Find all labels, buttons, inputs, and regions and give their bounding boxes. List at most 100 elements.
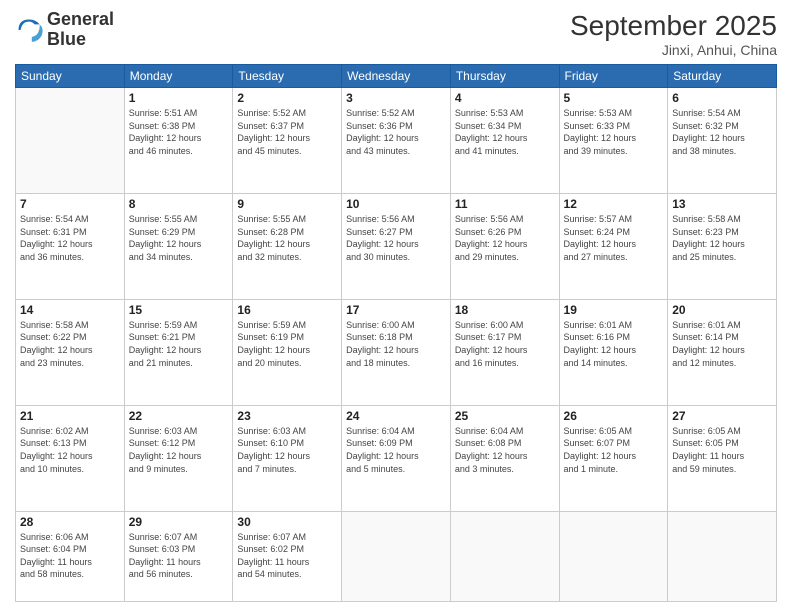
table-row: 25 Sunrise: 6:04 AM Sunset: 6:08 PM Dayli… [450,405,559,511]
day-info: Sunrise: 6:01 AM Sunset: 6:14 PM Dayligh… [672,319,772,369]
logo-icon [15,16,43,44]
day-number: 9 [237,197,337,211]
col-wednesday: Wednesday [342,65,451,88]
day-number: 27 [672,409,772,423]
day-number: 20 [672,303,772,317]
table-row [668,511,777,601]
day-info: Sunrise: 5:56 AM Sunset: 6:27 PM Dayligh… [346,213,446,263]
day-info: Sunrise: 6:04 AM Sunset: 6:08 PM Dayligh… [455,425,555,475]
day-number: 6 [672,91,772,105]
table-row: 24 Sunrise: 6:04 AM Sunset: 6:09 PM Dayli… [342,405,451,511]
day-info: Sunrise: 5:58 AM Sunset: 6:22 PM Dayligh… [20,319,120,369]
day-number: 12 [564,197,664,211]
table-row: 10 Sunrise: 5:56 AM Sunset: 6:27 PM Dayli… [342,193,451,299]
table-row: 22 Sunrise: 6:03 AM Sunset: 6:12 PM Dayli… [124,405,233,511]
col-sunday: Sunday [16,65,125,88]
day-info: Sunrise: 6:03 AM Sunset: 6:12 PM Dayligh… [129,425,229,475]
day-info: Sunrise: 5:53 AM Sunset: 6:34 PM Dayligh… [455,107,555,157]
table-row: 26Sunrise: 6:05 AM Sunset: 6:07 PM Dayli… [559,405,668,511]
title-block: September 2025 Jinxi, Anhui, China [570,10,777,58]
day-number: 22 [129,409,229,423]
table-row [450,511,559,601]
day-info: Sunrise: 5:54 AM Sunset: 6:31 PM Dayligh… [20,213,120,263]
day-info: Sunrise: 6:02 AM Sunset: 6:13 PM Dayligh… [20,425,120,475]
table-row: 28 Sunrise: 6:06 AM Sunset: 6:04 PM Dayli… [16,511,125,601]
day-number: 21 [20,409,120,423]
table-row: 21 Sunrise: 6:02 AM Sunset: 6:13 PM Dayli… [16,405,125,511]
table-row: 5 Sunrise: 5:53 AM Sunset: 6:33 PM Daylig… [559,88,668,194]
subtitle: Jinxi, Anhui, China [570,42,777,58]
day-info: Sunrise: 5:58 AM Sunset: 6:23 PM Dayligh… [672,213,772,263]
table-row: 15 Sunrise: 5:59 AM Sunset: 6:21 PM Dayli… [124,299,233,405]
day-number: 26 [564,409,664,423]
day-number: 24 [346,409,446,423]
table-row: 16 Sunrise: 5:59 AM Sunset: 6:19 PM Dayli… [233,299,342,405]
day-number: 1 [129,91,229,105]
day-info: Sunrise: 5:59 AM Sunset: 6:19 PM Dayligh… [237,319,337,369]
day-number: 19 [564,303,664,317]
day-number: 17 [346,303,446,317]
col-thursday: Thursday [450,65,559,88]
calendar-header-row: Sunday Monday Tuesday Wednesday Thursday… [16,65,777,88]
table-row: 14 Sunrise: 5:58 AM Sunset: 6:22 PM Dayli… [16,299,125,405]
table-row: 4 Sunrise: 5:53 AM Sunset: 6:34 PM Daylig… [450,88,559,194]
table-row: 9 Sunrise: 5:55 AM Sunset: 6:28 PM Daylig… [233,193,342,299]
logo: General Blue [15,10,114,50]
month-title: September 2025 [570,10,777,42]
table-row: 17 Sunrise: 6:00 AM Sunset: 6:18 PM Dayli… [342,299,451,405]
day-info: Sunrise: 5:56 AM Sunset: 6:26 PM Dayligh… [455,213,555,263]
day-info: Sunrise: 5:59 AM Sunset: 6:21 PM Dayligh… [129,319,229,369]
table-row: 8 Sunrise: 5:55 AM Sunset: 6:29 PM Daylig… [124,193,233,299]
day-number: 5 [564,91,664,105]
day-number: 3 [346,91,446,105]
day-info: Sunrise: 5:52 AM Sunset: 6:36 PM Dayligh… [346,107,446,157]
table-row: 23Sunrise: 6:03 AM Sunset: 6:10 PM Dayli… [233,405,342,511]
day-number: 4 [455,91,555,105]
day-number: 11 [455,197,555,211]
table-row [342,511,451,601]
day-info: Sunrise: 6:01 AM Sunset: 6:16 PM Dayligh… [564,319,664,369]
day-number: 2 [237,91,337,105]
table-row: 7Sunrise: 5:54 AM Sunset: 6:31 PM Daylig… [16,193,125,299]
logo-text: General Blue [47,10,114,50]
day-info: Sunrise: 5:57 AM Sunset: 6:24 PM Dayligh… [564,213,664,263]
table-row: 19 Sunrise: 6:01 AM Sunset: 6:16 PM Dayli… [559,299,668,405]
col-tuesday: Tuesday [233,65,342,88]
table-row: 30 Sunrise: 6:07 AM Sunset: 6:02 PM Dayli… [233,511,342,601]
day-info: Sunrise: 5:53 AM Sunset: 6:33 PM Dayligh… [564,107,664,157]
header: General Blue September 2025 Jinxi, Anhui… [15,10,777,58]
day-info: Sunrise: 6:00 AM Sunset: 6:18 PM Dayligh… [346,319,446,369]
day-info: Sunrise: 6:06 AM Sunset: 6:04 PM Dayligh… [20,531,120,581]
col-friday: Friday [559,65,668,88]
page: General Blue September 2025 Jinxi, Anhui… [0,0,792,612]
calendar: Sunday Monday Tuesday Wednesday Thursday… [15,64,777,602]
day-number: 30 [237,515,337,529]
day-info: Sunrise: 6:05 AM Sunset: 6:05 PM Dayligh… [672,425,772,475]
table-row: 18Sunrise: 6:00 AM Sunset: 6:17 PM Dayli… [450,299,559,405]
day-number: 25 [455,409,555,423]
day-info: Sunrise: 5:54 AM Sunset: 6:32 PM Dayligh… [672,107,772,157]
day-number: 8 [129,197,229,211]
day-info: Sunrise: 5:55 AM Sunset: 6:28 PM Dayligh… [237,213,337,263]
table-row [559,511,668,601]
day-info: Sunrise: 6:03 AM Sunset: 6:10 PM Dayligh… [237,425,337,475]
table-row: 2 Sunrise: 5:52 AM Sunset: 6:37 PM Daylig… [233,88,342,194]
day-info: Sunrise: 6:07 AM Sunset: 6:03 PM Dayligh… [129,531,229,581]
day-number: 14 [20,303,120,317]
table-row: 13 Sunrise: 5:58 AM Sunset: 6:23 PM Dayli… [668,193,777,299]
day-number: 13 [672,197,772,211]
day-info: Sunrise: 6:04 AM Sunset: 6:09 PM Dayligh… [346,425,446,475]
table-row: 6 Sunrise: 5:54 AM Sunset: 6:32 PM Daylig… [668,88,777,194]
day-info: Sunrise: 5:55 AM Sunset: 6:29 PM Dayligh… [129,213,229,263]
day-info: Sunrise: 5:52 AM Sunset: 6:37 PM Dayligh… [237,107,337,157]
day-number: 16 [237,303,337,317]
day-number: 28 [20,515,120,529]
day-info: Sunrise: 6:07 AM Sunset: 6:02 PM Dayligh… [237,531,337,581]
table-row: 1Sunrise: 5:51 AM Sunset: 6:38 PM Daylig… [124,88,233,194]
table-row: 29 Sunrise: 6:07 AM Sunset: 6:03 PM Dayli… [124,511,233,601]
col-monday: Monday [124,65,233,88]
col-saturday: Saturday [668,65,777,88]
day-number: 15 [129,303,229,317]
day-number: 29 [129,515,229,529]
day-number: 10 [346,197,446,211]
